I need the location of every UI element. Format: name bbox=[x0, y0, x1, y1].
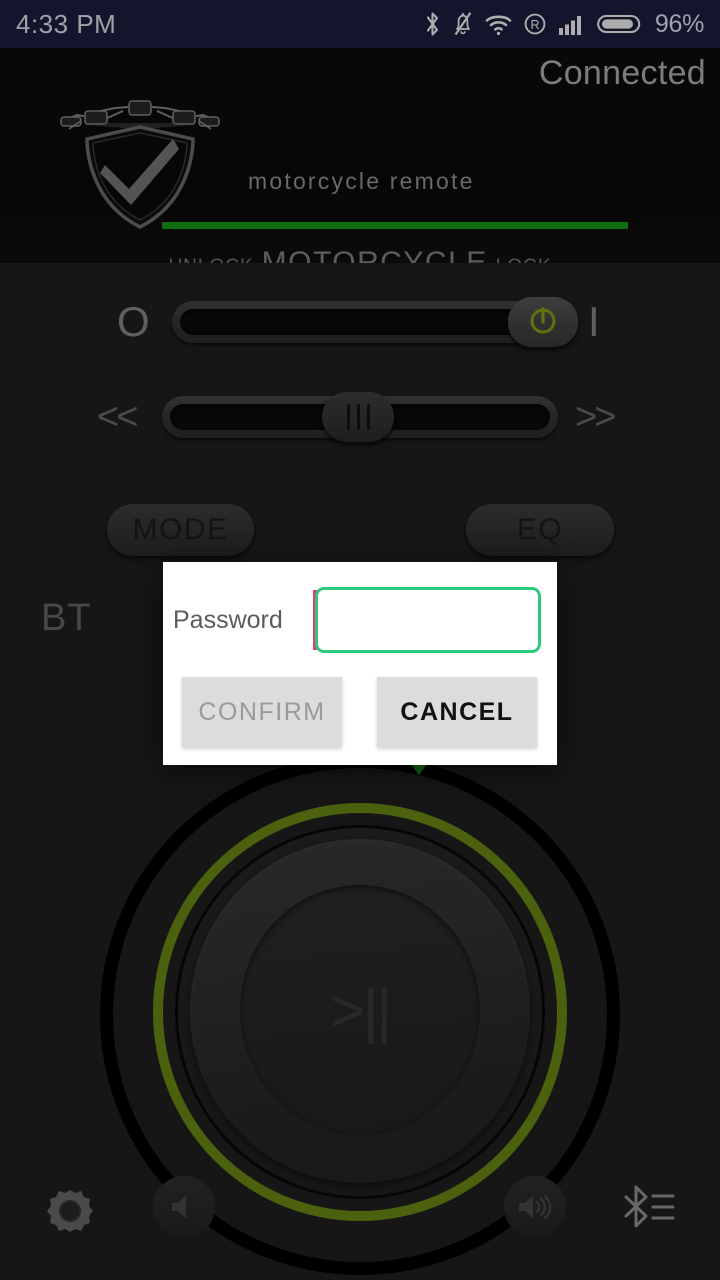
password-label: Password bbox=[173, 605, 283, 634]
app-screen: 4:33 PM R 96% Connected motorcycle remot… bbox=[0, 0, 720, 1280]
wifi-icon bbox=[485, 13, 512, 36]
password-input[interactable] bbox=[315, 587, 541, 653]
password-row: Password bbox=[163, 580, 557, 660]
bluetooth-icon bbox=[424, 11, 441, 37]
play-pause-button[interactable]: >|| bbox=[240, 885, 480, 1135]
roaming-r-icon: R bbox=[523, 12, 547, 36]
play-pause-icon: >|| bbox=[329, 976, 392, 1044]
password-field-wrapper bbox=[313, 587, 541, 653]
motorcycle-shield-check-logo bbox=[55, 93, 225, 238]
previous-track-label[interactable]: << bbox=[97, 396, 138, 439]
password-dialog: Password CONFIRM CANCEL bbox=[163, 562, 557, 765]
confirm-button[interactable]: CONFIRM bbox=[182, 677, 342, 747]
power-slider[interactable] bbox=[172, 297, 578, 347]
volume-up-button[interactable] bbox=[504, 1176, 566, 1238]
device-name: motorcycle remote bbox=[248, 168, 475, 194]
connection-status: Connected bbox=[538, 54, 706, 92]
status-bar: 4:33 PM R 96% bbox=[0, 0, 720, 48]
track-slider-knob[interactable] bbox=[322, 392, 394, 442]
power-slider-knob[interactable] bbox=[508, 297, 578, 347]
battery-percent: 96% bbox=[654, 9, 704, 38]
bell-muted-icon bbox=[452, 11, 474, 37]
grip-handle-icon bbox=[366, 404, 370, 430]
volume-down-button[interactable] bbox=[153, 1176, 215, 1238]
app-header: Connected motorcycle remote bbox=[0, 48, 720, 289]
power-icon bbox=[526, 303, 560, 342]
mode-button[interactable]: MODE bbox=[107, 504, 254, 556]
next-track-label[interactable]: >> bbox=[575, 396, 616, 439]
settings-button[interactable] bbox=[42, 1183, 98, 1239]
eq-button[interactable]: EQ bbox=[466, 504, 614, 556]
bluetooth-list-icon bbox=[624, 1185, 675, 1228]
volume-high-icon bbox=[519, 1194, 552, 1220]
signal-progress-bar bbox=[162, 222, 628, 229]
power-on-label: I bbox=[588, 298, 600, 345]
jog-dial[interactable]: >|| bbox=[60, 745, 660, 1275]
signal-bars-icon bbox=[558, 12, 586, 36]
power-off-label: O bbox=[117, 298, 150, 345]
grip-handle-icon bbox=[346, 404, 350, 430]
grip-handle-icon bbox=[356, 404, 360, 430]
track-slider[interactable] bbox=[162, 392, 558, 442]
cancel-button[interactable]: CANCEL bbox=[377, 677, 537, 747]
gear-icon bbox=[47, 1190, 93, 1232]
battery-icon bbox=[597, 12, 641, 36]
svg-text:R: R bbox=[530, 18, 539, 32]
status-icon-group: R 96% bbox=[424, 10, 704, 39]
bt-source-label[interactable]: BT bbox=[41, 597, 92, 640]
status-clock: 4:33 PM bbox=[16, 8, 117, 39]
volume-low-icon bbox=[172, 1196, 186, 1218]
bluetooth-device-list-button[interactable] bbox=[620, 1180, 678, 1242]
power-slider-groove bbox=[180, 309, 556, 335]
